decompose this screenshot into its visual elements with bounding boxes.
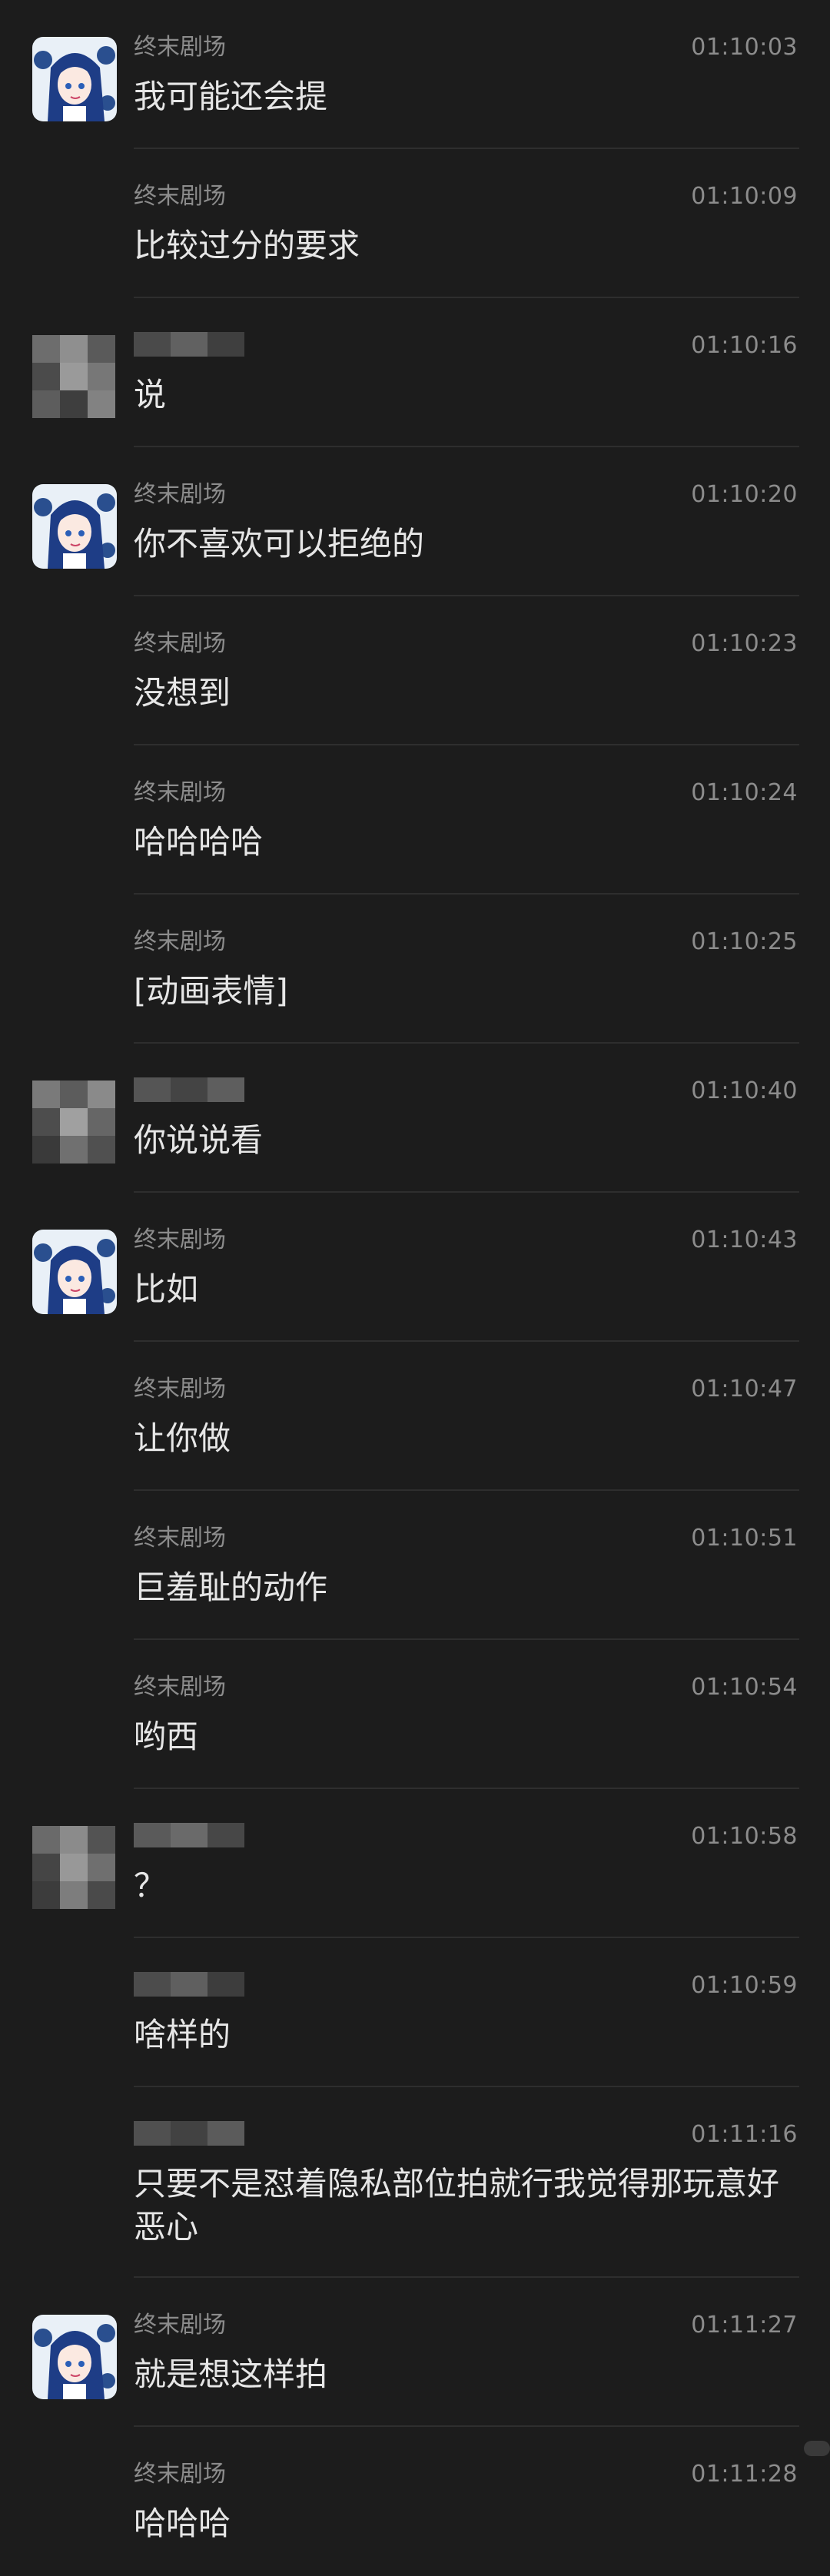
message-item: 终末剧场 01:10:43 比如 [0,1193,830,1342]
message-time: 01:10:23 [691,630,798,657]
message-time: 01:10:03 [691,34,798,61]
message-text[interactable]: 没想到 [134,672,798,715]
sender-name: 终末剧场 [134,1227,226,1253]
message-time: 01:10:51 [691,1525,798,1552]
message-text[interactable]: 哈哈哈哈 [134,821,798,864]
sender-name: 终末剧场 [134,2312,226,2339]
sender-name: 终末剧场 [134,34,226,61]
message-time: 01:10:09 [691,183,798,210]
message-item: 01:10:59 啥样的 [0,1938,830,2087]
message-time: 01:10:25 [691,928,798,955]
message-item: 终末剧场 01:11:28 哈哈哈 [0,2427,830,2576]
anime-avatar-image [32,484,117,569]
anime-avatar-image [32,2315,117,2399]
message-text[interactable]: 就是想这样拍 [134,2353,798,2396]
anime-avatar-image [32,37,117,121]
message-time: 01:11:27 [691,2312,798,2339]
message-text[interactable]: 巨羞耻的动作 [134,1566,798,1609]
message-text[interactable]: 你不喜欢可以拒绝的 [134,523,798,566]
message-text[interactable]: 比如 [134,1268,798,1311]
message-time: 01:10:58 [691,1823,798,1850]
sender-name: 终末剧场 [134,183,226,210]
sender-name: 终末剧场 [134,1376,226,1403]
message-time: 01:10:24 [691,779,798,806]
message-text[interactable]: 哟西 [134,1715,798,1758]
message-time: 01:10:54 [691,1674,798,1701]
message-text[interactable]: 比较过分的要求 [134,224,798,267]
message-time: 01:11:16 [691,2121,798,2148]
message-item: 终末剧场 01:10:03 我可能还会提 [0,0,830,149]
message-item: 01:10:58 ？ [0,1789,830,1938]
message-text[interactable]: 我可能还会提 [134,75,798,118]
message-item: 终末剧场 01:10:51 巨羞耻的动作 [0,1491,830,1640]
message-item: 终末剧场 01:10:23 没想到 [0,596,830,745]
chat-message-list[interactable]: 终末剧场 01:10:03 我可能还会提 终末剧场 01:10:09 比较过分的… [0,0,830,2576]
sender-name: 终末剧场 [134,1674,226,1701]
message-time: 01:10:40 [691,1077,798,1104]
message-text[interactable]: 让你做 [134,1417,798,1460]
message-time: 01:10:47 [691,1376,798,1403]
message-text[interactable]: 只要不是怼着隐私部位拍就行我觉得那玩意好恶心 [134,2163,798,2249]
message-time: 01:10:59 [691,1972,798,1999]
mosaic-avatar[interactable] [32,335,117,420]
message-item: 终末剧场 01:10:20 你不喜欢可以拒绝的 [0,447,830,596]
message-item: 01:10:16 说 [0,298,830,447]
sender-name: 终末剧场 [134,630,226,657]
message-item: 01:10:40 你说说看 [0,1044,830,1193]
message-text[interactable]: ？ [134,1864,798,1907]
mosaic-avatar[interactable] [32,1081,117,1165]
message-time: 01:10:43 [691,1227,798,1253]
message-item: 终末剧场 01:10:47 让你做 [0,1342,830,1491]
message-item: 01:11:16 只要不是怼着隐私部位拍就行我觉得那玩意好恶心 [0,2087,830,2278]
message-time: 01:10:16 [691,332,798,359]
sender-name: 终末剧场 [134,481,226,508]
message-text[interactable]: 你说说看 [134,1119,798,1162]
avatar[interactable] [32,37,117,121]
message-text[interactable]: [动画表情] [134,970,798,1013]
message-time: 01:10:20 [691,481,798,508]
message-text[interactable]: 啥样的 [134,2013,798,2056]
message-text[interactable]: 哈哈哈 [134,2502,798,2545]
sender-name: 终末剧场 [134,1525,226,1552]
sender-name: 终末剧场 [134,928,226,955]
message-item: 终末剧场 01:10:24 哈哈哈哈 [0,745,830,895]
avatar[interactable] [32,2315,117,2399]
anime-avatar-image [32,1230,117,1314]
message-item: 终末剧场 01:10:09 比较过分的要求 [0,149,830,298]
sender-name: 终末剧场 [134,779,226,806]
mosaic-avatar[interactable] [32,1826,117,1910]
sender-name: 终末剧场 [134,2461,226,2488]
avatar[interactable] [32,1230,117,1314]
message-item: 终末剧场 01:11:27 就是想这样拍 [0,2278,830,2427]
message-item: 终末剧场 01:10:54 哟西 [0,1640,830,1789]
message-item: 终末剧场 01:10:25 [动画表情] [0,895,830,1044]
message-time: 01:11:28 [691,2461,798,2488]
avatar[interactable] [32,484,117,569]
message-text[interactable]: 说 [134,373,798,417]
watermark-badge [804,2441,830,2456]
